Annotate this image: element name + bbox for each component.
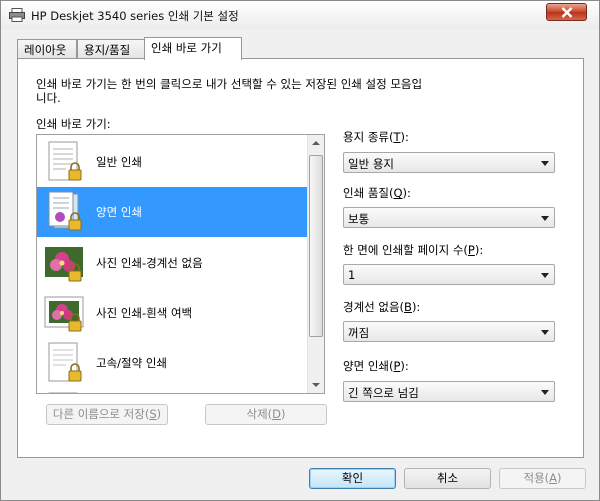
label-text: 양면 인쇄( bbox=[343, 359, 394, 373]
select-value: 긴 쪽으로 넘김 bbox=[348, 386, 419, 400]
tab-panel: 인쇄 바로 가기는 한 번의 클릭으로 내가 선택할 수 있는 저장된 인쇄 설… bbox=[17, 58, 584, 458]
pages-per-sheet-select[interactable]: 1 bbox=[343, 264, 555, 285]
label-text: 경계선 없음( bbox=[343, 300, 405, 314]
duplex-label: 양면 인쇄(P): bbox=[343, 358, 409, 374]
shortcut-label: 일반 인쇄 bbox=[96, 155, 142, 169]
printer-icon bbox=[9, 8, 25, 22]
close-button[interactable] bbox=[546, 3, 587, 21]
shortcut-label: 사진 인쇄-흰색 여백 bbox=[96, 306, 193, 320]
apply-button-key: A bbox=[549, 471, 558, 485]
photo-thumbnail bbox=[45, 247, 83, 282]
list-item-selected[interactable]: 양면 인쇄 bbox=[37, 187, 307, 237]
apply-button-text: 적용( bbox=[523, 471, 550, 485]
pages-per-sheet-label: 한 면에 인쇄할 페이지 수(P): bbox=[343, 242, 483, 258]
tab-print-shortcuts[interactable]: 인쇄 바로 가기 bbox=[144, 37, 242, 60]
duplex-document-thumbnail bbox=[48, 191, 82, 231]
plain-document-thumbnail bbox=[48, 141, 82, 181]
apply-button[interactable]: 적용(A) bbox=[499, 468, 586, 489]
close-icon bbox=[561, 7, 573, 18]
paper-type-label: 용지 종류(T): bbox=[343, 129, 409, 145]
delete-button-text: 삭제( bbox=[246, 407, 273, 421]
label-tail: ): bbox=[402, 186, 411, 200]
ok-button-label: 확인 bbox=[341, 471, 364, 485]
label-text: 인쇄 품질( bbox=[343, 186, 394, 200]
save-as-button[interactable]: 다른 이름으로 저장(S) bbox=[46, 404, 168, 425]
borderless-select[interactable]: 꺼짐 bbox=[343, 321, 555, 342]
select-value: 보통 bbox=[348, 212, 370, 226]
label-text: 용지 종류( bbox=[343, 130, 394, 144]
list-scrollbar[interactable] bbox=[307, 135, 324, 393]
paper-type-select[interactable]: 일반 용지 bbox=[343, 152, 555, 173]
save-as-button-text: 다른 이름으로 저장( bbox=[52, 407, 150, 421]
tab-label: 레이아웃 bbox=[24, 43, 67, 57]
list-item-partial[interactable] bbox=[37, 388, 307, 393]
scroll-up-arrow-icon[interactable] bbox=[308, 135, 324, 152]
chevron-down-icon bbox=[541, 273, 549, 278]
save-as-button-tail: ) bbox=[156, 407, 162, 421]
select-value: 1 bbox=[348, 268, 356, 282]
ok-button[interactable]: 확인 bbox=[309, 468, 396, 489]
title-bar: HP Deskjet 3540 series 인쇄 기본 설정 bbox=[1, 1, 599, 29]
print-preferences-window: HP Deskjet 3540 series 인쇄 기본 설정 레이아웃 용지/… bbox=[0, 0, 600, 501]
chevron-down-icon bbox=[541, 161, 549, 166]
window-title: HP Deskjet 3540 series 인쇄 기본 설정 bbox=[31, 9, 239, 23]
label-key: T bbox=[393, 130, 401, 144]
shortcut-label: 사진 인쇄-경계선 없음 bbox=[96, 256, 203, 270]
label-tail: ): bbox=[411, 300, 421, 314]
borderless-label: 경계선 없음(B): bbox=[343, 299, 420, 315]
label-key: B bbox=[404, 300, 412, 314]
label-text: 한 면에 인쇄할 페이지 수( bbox=[343, 243, 468, 257]
photo-white-border-thumbnail bbox=[44, 296, 84, 332]
document-thumbnail bbox=[48, 392, 78, 393]
label-key: Q bbox=[393, 186, 403, 200]
tab-label: 용지/품질 bbox=[84, 43, 131, 57]
list-item[interactable]: 일반 인쇄 bbox=[37, 137, 307, 187]
shortcut-list[interactable]: 일반 인쇄 양면 인쇄 사진 인쇄-경계선 없음 사진 인쇄-흰색 여백 고속/… bbox=[36, 134, 325, 394]
fast-economy-thumbnail bbox=[48, 342, 82, 382]
select-value: 일반 용지 bbox=[348, 157, 394, 171]
label-key: P bbox=[467, 243, 475, 257]
chevron-down-icon bbox=[541, 216, 549, 221]
tab-layout[interactable]: 레이아웃 bbox=[17, 39, 77, 59]
print-quality-select[interactable]: 보통 bbox=[343, 207, 555, 228]
apply-button-tail: ) bbox=[557, 471, 562, 485]
print-quality-label: 인쇄 품질(Q): bbox=[343, 185, 411, 201]
chevron-down-icon bbox=[541, 390, 549, 395]
tab-paper-quality[interactable]: 용지/품질 bbox=[77, 39, 145, 59]
shortcuts-description: 인쇄 바로 가기는 한 번의 클릭으로 내가 선택할 수 있는 저장된 인쇄 설… bbox=[36, 77, 423, 105]
duplex-select[interactable]: 긴 쪽으로 넘김 bbox=[343, 381, 555, 402]
shortcut-label: 고속/절약 인쇄 bbox=[96, 356, 168, 370]
delete-button-tail: ) bbox=[281, 407, 286, 421]
label-tail: ): bbox=[400, 359, 409, 373]
save-as-button-key: S bbox=[149, 407, 157, 421]
scroll-thumb[interactable] bbox=[309, 155, 323, 337]
cancel-button[interactable]: 취소 bbox=[404, 468, 491, 489]
label-tail: ): bbox=[474, 243, 484, 257]
cancel-button-label: 취소 bbox=[436, 471, 459, 485]
list-item[interactable]: 사진 인쇄-경계선 없음 bbox=[37, 238, 307, 288]
delete-button[interactable]: 삭제(D) bbox=[205, 404, 327, 425]
list-item[interactable]: 사진 인쇄-흰색 여백 bbox=[37, 288, 307, 338]
shortcut-label: 양면 인쇄 bbox=[96, 205, 142, 219]
delete-button-key: D bbox=[272, 407, 281, 421]
label-tail: ): bbox=[400, 130, 409, 144]
chevron-down-icon bbox=[541, 330, 549, 335]
select-value: 꺼짐 bbox=[348, 326, 370, 340]
list-item[interactable]: 고속/절약 인쇄 bbox=[37, 338, 307, 388]
scroll-down-arrow-icon[interactable] bbox=[308, 376, 324, 393]
shortcuts-list-label: 인쇄 바로 가기: bbox=[36, 117, 111, 131]
tab-label: 인쇄 바로 가기 bbox=[151, 41, 222, 55]
